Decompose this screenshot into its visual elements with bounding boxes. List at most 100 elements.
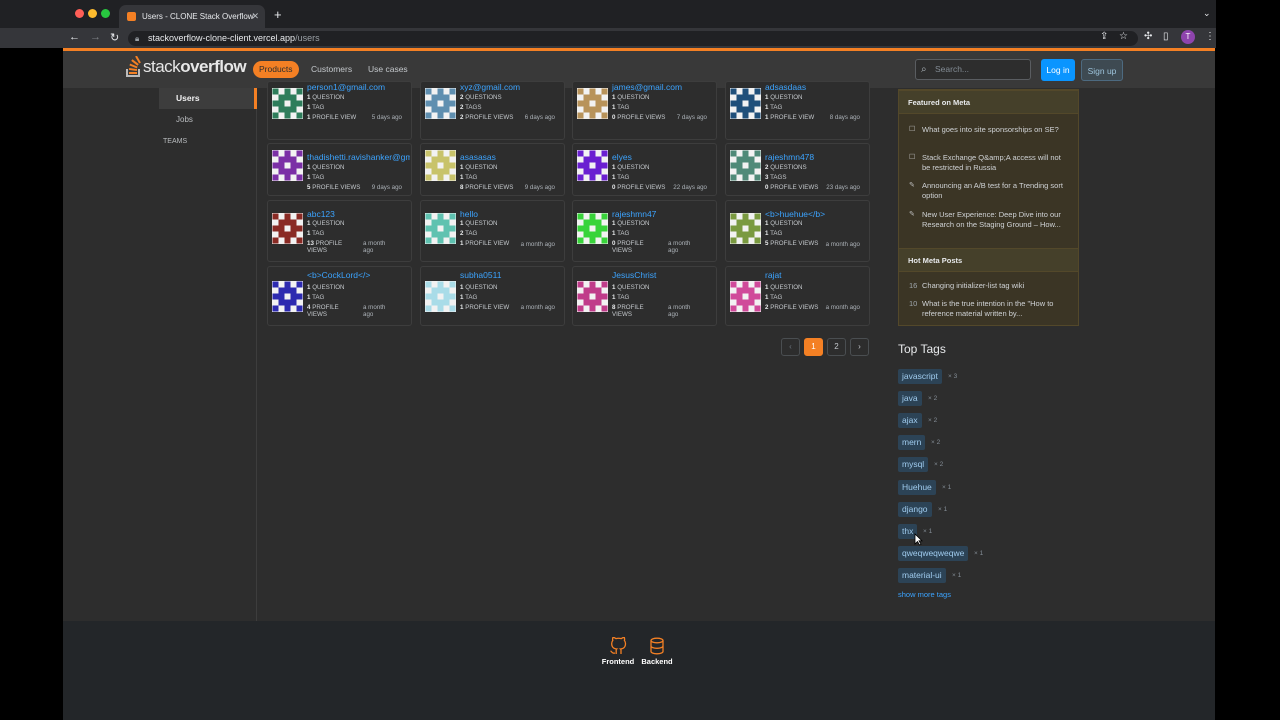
window-minimize-button[interactable] xyxy=(88,9,97,18)
close-tab-icon[interactable]: ✕ xyxy=(251,11,259,22)
user-card[interactable]: person1@gmail.com 1 QUESTION 1 TAG 1 PROFIL… xyxy=(267,81,412,140)
tag-chip[interactable]: mern xyxy=(898,435,926,451)
sidebar-item-users[interactable]: Users xyxy=(159,88,257,109)
user-name-link[interactable]: xyz@gmail.com xyxy=(460,82,520,92)
user-avatar[interactable] xyxy=(730,213,761,244)
meta-featured-link[interactable]: Stack Exchange Q&amp;A access will not b… xyxy=(922,153,1070,173)
tab-list-chevron-icon[interactable]: ⌄ xyxy=(1203,8,1211,19)
user-name-link[interactable]: hello xyxy=(460,209,478,219)
user-name-link[interactable]: JesusChrist xyxy=(612,270,656,280)
user-name-link[interactable]: adsasdaas xyxy=(765,82,806,92)
tag-count: × 1 xyxy=(923,527,933,535)
hot-post-link[interactable]: Changing initializer-list tag wiki xyxy=(922,281,1070,291)
sidepanel-icon[interactable]: ▯ xyxy=(1163,31,1169,42)
user-card[interactable]: JesusChrist 1 QUESTION 1 TAG 8 PROFILE VIEW… xyxy=(572,266,717,326)
reload-icon[interactable]: ↻ xyxy=(110,31,119,44)
user-name-link[interactable]: abc123 xyxy=(307,209,335,219)
forward-icon[interactable]: → xyxy=(90,31,101,43)
menu-dots-icon[interactable]: ⋮ xyxy=(1205,31,1215,42)
user-avatar[interactable] xyxy=(577,213,608,244)
share-icon[interactable]: ⇪ xyxy=(1100,31,1108,42)
user-avatar[interactable] xyxy=(272,213,303,244)
user-name-link[interactable]: rajat xyxy=(765,270,782,280)
user-avatar[interactable] xyxy=(730,150,761,181)
sidebar-item-jobs[interactable]: Jobs xyxy=(176,115,193,124)
pagination-prev[interactable]: ‹ xyxy=(781,338,800,356)
tag-chip[interactable]: ajax xyxy=(898,413,922,429)
user-name-link[interactable]: rajeshmn478 xyxy=(765,152,814,162)
tag-chip[interactable]: qweqweqweqwe xyxy=(898,545,969,561)
user-card[interactable]: <b>huehue</b> 1 QUESTION 1 TAG 5 PROFILE VI… xyxy=(725,200,870,262)
tag-chip[interactable]: mysql xyxy=(898,457,929,473)
user-name-link[interactable]: rajeshmn47 xyxy=(612,209,656,219)
user-avatar[interactable] xyxy=(272,150,303,181)
user-avatar[interactable] xyxy=(425,150,456,181)
user-name-link[interactable]: subha0511 xyxy=(460,270,501,280)
user-name-link[interactable]: <b>huehue</b> xyxy=(765,209,825,219)
user-card[interactable]: rajeshmn478 2 QUESTIONS 3 TAGS 0 PROFILE VI… xyxy=(725,143,870,196)
user-card[interactable]: <b>CockLord</> 1 QUESTION 1 TAG 4 PROFILE V… xyxy=(267,266,412,326)
tag-chip[interactable]: material-ui xyxy=(898,567,946,583)
search-input[interactable]: ⌕ Search... xyxy=(915,59,1031,80)
browser-tab[interactable]: Users - CLONE Stack Overflow ✕ xyxy=(119,5,265,28)
new-tab-icon[interactable]: + xyxy=(274,7,282,22)
user-card[interactable]: adsasdaas 1 QUESTION 1 TAG 1 PROFILE VIEW 8 … xyxy=(725,81,870,140)
meta-featured-link[interactable]: What goes into site sponsorships on SE? xyxy=(922,125,1070,135)
user-avatar[interactable] xyxy=(577,281,608,312)
meta-featured-link[interactable]: New User Experience: Deep Dive into our … xyxy=(922,210,1070,230)
pagination-page-2[interactable]: 2 xyxy=(827,338,846,356)
user-card[interactable]: xyz@gmail.com 2 QUESTIONS 2 TAGS 2 PROFILE … xyxy=(420,81,565,140)
user-card[interactable]: abc123 1 QUESTION 1 TAG 13 PROFILE VIEWS a m… xyxy=(267,200,412,262)
user-card[interactable]: elyes 1 QUESTION 1 TAG 0 PROFILE VIEWS 22 da… xyxy=(572,143,717,196)
user-card[interactable]: thadishetti.ravishanker@gmail.com 1 QUEST… xyxy=(267,143,412,196)
user-card[interactable]: subha0511 1 QUESTION 1 TAG 1 PROFILE VIEW a … xyxy=(420,266,565,326)
profile-avatar[interactable]: T xyxy=(1181,30,1195,44)
pagination-next[interactable]: › xyxy=(850,338,869,356)
user-card[interactable]: asasasas 1 QUESTION 1 TAG 8 PROFILE VIEWS 9 … xyxy=(420,143,565,196)
user-avatar[interactable] xyxy=(730,88,761,119)
footer-frontend-link[interactable]: Frontend xyxy=(598,636,638,666)
footer-backend-link[interactable]: Backend xyxy=(637,637,677,666)
nav-products[interactable]: Products xyxy=(253,61,299,78)
back-icon[interactable]: ← xyxy=(69,31,80,43)
user-name-link[interactable]: asasasas xyxy=(460,152,496,162)
tag-chip[interactable]: java xyxy=(898,391,922,407)
user-card[interactable]: james@gmail.com 1 QUESTION 1 TAG 0 PROFILE … xyxy=(572,81,717,140)
window-close-button[interactable] xyxy=(75,9,84,18)
user-name-link[interactable]: thadishetti.ravishanker@gmail.com xyxy=(307,152,410,162)
address-bar[interactable]: 🔒︎ stackoverflow-clone-client.vercel.app… xyxy=(128,31,1138,46)
site-logo[interactable]: stack overflow xyxy=(125,56,247,78)
user-avatar[interactable] xyxy=(577,88,608,119)
user-avatar[interactable] xyxy=(272,281,303,312)
user-card[interactable]: rajeshmn47 1 QUESTION 1 TAG 0 PROFILE VIEWS… xyxy=(572,200,717,262)
meta-featured-link[interactable]: Announcing an A/B test for a Trending so… xyxy=(922,181,1070,201)
user-avatar[interactable] xyxy=(425,213,456,244)
tag-chip[interactable]: javascript xyxy=(898,369,942,384)
user-avatar[interactable] xyxy=(425,88,456,119)
tag-chip[interactable]: django xyxy=(898,501,932,517)
pagination-page-1[interactable]: 1 xyxy=(804,338,823,356)
user-name-link[interactable]: james@gmail.com xyxy=(612,82,682,92)
show-more-tags-link[interactable]: show more tags xyxy=(898,590,951,599)
nav-use-cases[interactable]: Use cases xyxy=(362,61,414,78)
user-avatar[interactable] xyxy=(425,281,456,312)
user-name-link[interactable]: elyes xyxy=(612,152,632,162)
user-avatar[interactable] xyxy=(730,281,761,312)
user-name-link[interactable]: person1@gmail.com xyxy=(307,82,385,92)
bookmark-star-icon[interactable]: ☆ xyxy=(1119,31,1128,42)
user-card[interactable]: rajat 1 QUESTION 1 TAG 2 PROFILE VIEWS a mon… xyxy=(725,266,870,326)
tag-chip[interactable]: Huehue xyxy=(898,479,936,495)
extensions-icon[interactable]: ✣ xyxy=(1144,31,1152,42)
user-card[interactable]: hello 1 QUESTION 2 TAG 1 PROFILE VIEW a mont… xyxy=(420,200,565,262)
user-avatar[interactable] xyxy=(272,88,303,119)
url-host: stackoverflow-clone-client.vercel.app xyxy=(148,33,296,43)
nav-customers[interactable]: Customers xyxy=(305,61,358,78)
view-label: PROFILE VIEW xyxy=(312,114,357,121)
window-zoom-button[interactable] xyxy=(101,9,110,18)
user-name-link[interactable]: <b>CockLord</> xyxy=(307,270,370,280)
hot-post-link[interactable]: What is the true intention in the "How t… xyxy=(922,299,1070,319)
user-avatar[interactable] xyxy=(577,150,608,181)
signup-button[interactable]: Sign up xyxy=(1081,59,1123,81)
login-button[interactable]: Log in xyxy=(1041,59,1075,81)
view-count: 13 xyxy=(307,240,314,247)
